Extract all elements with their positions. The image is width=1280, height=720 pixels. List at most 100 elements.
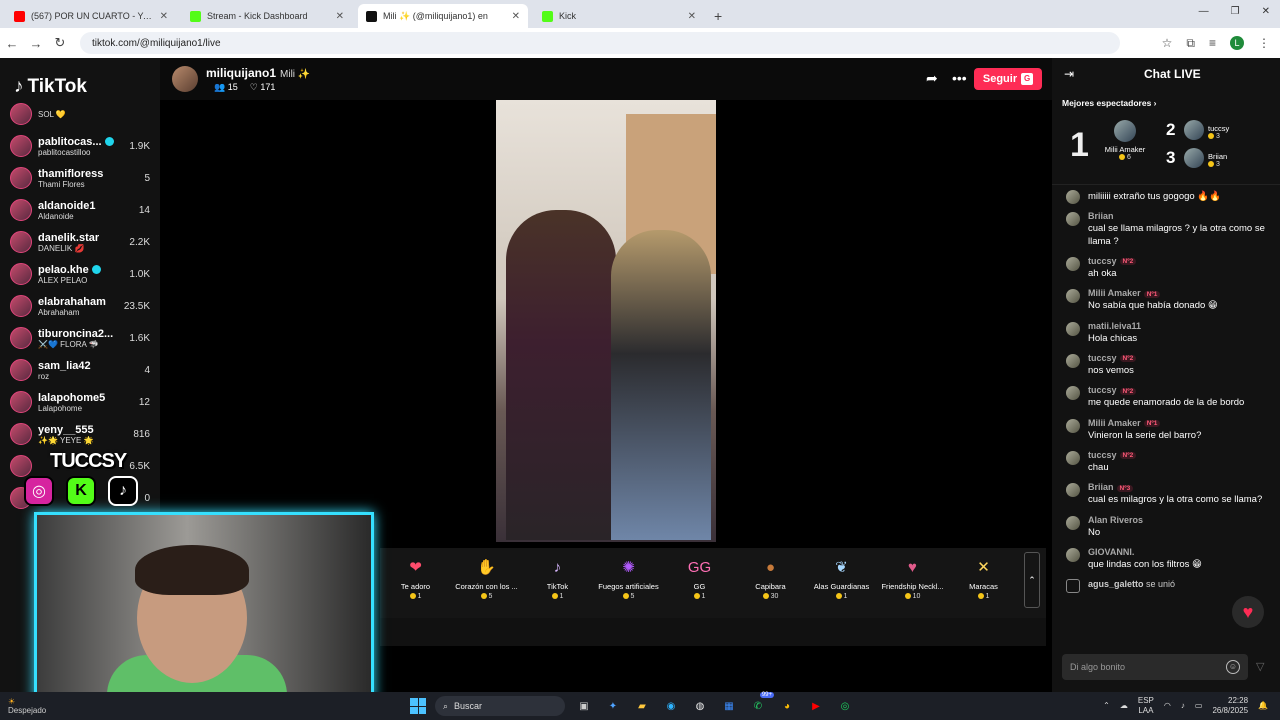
gift-item[interactable]: ✋ Corazón con los ... 5	[451, 548, 522, 618]
chat-username[interactable]: tuccsy Nº2	[1088, 450, 1270, 460]
browser-tab-youtube[interactable]: (567) POR UN CUARTO - YouTu ✕	[6, 4, 176, 28]
chat-username[interactable]: tuccsy Nº2	[1088, 353, 1270, 363]
tiktok-logo[interactable]: ♪ TikTok	[14, 76, 87, 98]
obs-icon[interactable]: ◍	[690, 696, 710, 716]
sidebar-item[interactable]: lalapohome5 Lalapohome 12	[0, 386, 160, 418]
chat-message[interactable]: tuccsy Nº2 chau	[1052, 446, 1280, 478]
weather-widget[interactable]: ☀ Despejado	[8, 697, 46, 715]
gift-item[interactable]: GG GG 1	[664, 548, 735, 618]
gift-item[interactable]: ❦ Alas Guardianas 1	[806, 548, 877, 618]
chat-message[interactable]: miliiiii extraño tus gogogo 🔥🔥	[1052, 185, 1280, 207]
spotify-icon[interactable]: ◎	[835, 696, 855, 716]
close-window-icon[interactable]: ✕	[1262, 6, 1270, 17]
file-explorer-icon[interactable]: ▰	[632, 696, 652, 716]
volume-icon[interactable]: ♪	[1181, 701, 1185, 710]
chat-username[interactable]: tuccsy Nº2	[1088, 385, 1270, 395]
gift-item[interactable]: ● Capibara 30	[735, 548, 806, 618]
battery-icon[interactable]: ▭	[1195, 701, 1203, 710]
chat-message[interactable]: GIOVANNI. que lindas con los filtros 😁	[1052, 543, 1280, 575]
chat-message[interactable]: Briian Nº3 cual es milagros y la otra como…	[1052, 478, 1280, 510]
sidebar-item[interactable]: yeny__555 ✨🌟 YEYE 🌟 816	[0, 418, 160, 450]
chat-username[interactable]: Briian Nº3	[1088, 482, 1270, 492]
menu-kebab-icon[interactable]: ⋮	[1258, 36, 1270, 50]
sidebar-item[interactable]: pelao.khe ALEX PELAO 1.0K	[0, 258, 160, 290]
sidebar-item[interactable]: sam_lia42 roz 4	[0, 354, 160, 386]
task-view-icon[interactable]: ▣	[574, 696, 594, 716]
youtube-app-icon[interactable]: ▶	[806, 696, 826, 716]
chat-message[interactable]: tuccsy Nº2 me quede enamorado de la de bor…	[1052, 381, 1280, 413]
chat-username[interactable]: matii.leiva11	[1088, 321, 1270, 331]
share-icon[interactable]: ➦	[926, 70, 938, 87]
chat-username[interactable]: Milii Amaker Nº1	[1088, 418, 1270, 428]
whatsapp-icon[interactable]: ✆ 99+	[748, 692, 774, 716]
sidebar-item[interactable]: aldanoide1 Aldanoide 14	[0, 194, 160, 226]
bookmark-star-icon[interactable]: ☆	[1162, 36, 1173, 50]
gift-item[interactable]: ✺ Fuegos artificiales 5	[593, 548, 664, 618]
chat-message[interactable]: Milii Amaker Nº1 No sabía que había donado…	[1052, 284, 1280, 316]
close-icon[interactable]: ✕	[688, 11, 696, 22]
close-icon[interactable]: ✕	[336, 11, 344, 22]
edge-icon[interactable]: ◉	[661, 696, 681, 716]
back-icon[interactable]: ←	[0, 36, 24, 51]
streamer-avatar[interactable]	[172, 66, 198, 92]
gift-item[interactable]: ♪ TikTok 1	[522, 548, 593, 618]
sidebar-item[interactable]: elabrahaham Abrahaham 23.5K	[0, 290, 160, 322]
extensions-icon[interactable]: ⧉	[1186, 36, 1195, 51]
chat-username[interactable]: Briian	[1088, 211, 1270, 221]
more-options-icon[interactable]: •••	[952, 70, 967, 86]
top-viewer-3[interactable]: Briian 3	[1184, 148, 1227, 168]
streamer-name[interactable]: miliquijano1 Mili ✨	[206, 66, 310, 80]
maximize-icon[interactable]: ❐	[1231, 6, 1240, 17]
store-icon[interactable]: ▦	[719, 696, 739, 716]
browser-tab-tiktok[interactable]: Mili ✨ (@miliquijano1) en ✕	[358, 4, 528, 28]
taskbar-search[interactable]: ⌕ Buscar	[435, 696, 565, 716]
chat-message[interactable]: Briian cual se llama milagros ? y la otra…	[1052, 207, 1280, 252]
wifi-icon[interactable]: ◠	[1164, 701, 1171, 710]
chat-username[interactable]: tuccsy Nº2	[1088, 256, 1270, 266]
url-field[interactable]: tiktok.com/@miliquijano1/live	[80, 32, 1120, 54]
profile-avatar[interactable]: L	[1230, 36, 1244, 50]
chat-messages[interactable]: miliiiii extraño tus gogogo 🔥🔥 Briian cual…	[1052, 184, 1280, 644]
copilot-icon[interactable]: ✦	[603, 696, 623, 716]
notification-bell-icon[interactable]: 🔔	[1258, 701, 1268, 710]
clock[interactable]: 22:28 26/8/2025	[1212, 696, 1248, 715]
chat-message[interactable]: Alan Riveros No	[1052, 511, 1280, 543]
gift-item[interactable]: ❤ Te adoro 1	[380, 548, 451, 618]
playlist-icon[interactable]: ≡	[1209, 36, 1216, 50]
chat-message[interactable]: Milii Amaker Nº1 Vinieron la serie del bar…	[1052, 414, 1280, 446]
browser-tab-kick-dashboard[interactable]: Stream - Kick Dashboard ✕	[182, 4, 352, 28]
chrome-icon[interactable]: ◕	[777, 696, 797, 716]
top-viewers-link[interactable]: Mejores espectadores ›	[1062, 98, 1157, 108]
sidebar-item[interactable]: tiburoncina2... ⚔️💙 FLORA 🦈 1.6K	[0, 322, 160, 354]
new-tab-button[interactable]: +	[714, 8, 722, 24]
collapse-chat-icon[interactable]: ⇥	[1064, 67, 1074, 81]
gift-expand-button[interactable]: ⌃	[1024, 552, 1040, 608]
close-icon[interactable]: ✕	[160, 11, 168, 22]
sidebar-item[interactable]: pablitocas... pablitocastilloo 1.9K	[0, 130, 160, 162]
sidebar-item[interactable]: thamifloress Thami Flores 5	[0, 162, 160, 194]
live-video-area[interactable]	[160, 100, 1052, 546]
chat-message[interactable]: tuccsy Nº2 nos vemos	[1052, 349, 1280, 381]
tray-chevron-icon[interactable]: ⌃	[1103, 701, 1110, 710]
gift-item[interactable]: ✕ Maracas 1	[948, 548, 1019, 618]
gift-item[interactable]: ♥ Friendship Neckl... 10	[877, 548, 948, 618]
reload-icon[interactable]: ↻	[48, 35, 72, 51]
chat-message[interactable]: tuccsy Nº2 ah oka	[1052, 252, 1280, 284]
language-indicator[interactable]: ESP LAA	[1138, 696, 1154, 715]
forward-icon[interactable]: →	[24, 36, 48, 51]
emoji-icon[interactable]: ☺	[1226, 660, 1240, 674]
sidebar-item[interactable]: SOL 💛	[0, 98, 160, 130]
top-viewer-2[interactable]: tuccsy 3	[1184, 120, 1229, 140]
minimize-icon[interactable]: —	[1199, 6, 1209, 17]
chat-input[interactable]: Di algo bonito	[1062, 654, 1248, 680]
onedrive-icon[interactable]: ☁	[1120, 701, 1128, 710]
close-icon[interactable]: ✕	[512, 11, 520, 22]
chat-message[interactable]: matii.leiva11 Hola chicas	[1052, 317, 1280, 349]
start-button[interactable]	[410, 698, 426, 714]
top-viewer-1[interactable]: Milii Amaker 6	[1100, 120, 1150, 161]
chat-username[interactable]: GIOVANNI.	[1088, 547, 1270, 557]
browser-tab-kick[interactable]: Kick ✕	[534, 4, 704, 28]
chat-username[interactable]: Alan Riveros	[1088, 515, 1270, 525]
live-video[interactable]	[496, 100, 716, 542]
sidebar-item[interactable]: danelik.star DANELIK 💋 2.2K	[0, 226, 160, 258]
